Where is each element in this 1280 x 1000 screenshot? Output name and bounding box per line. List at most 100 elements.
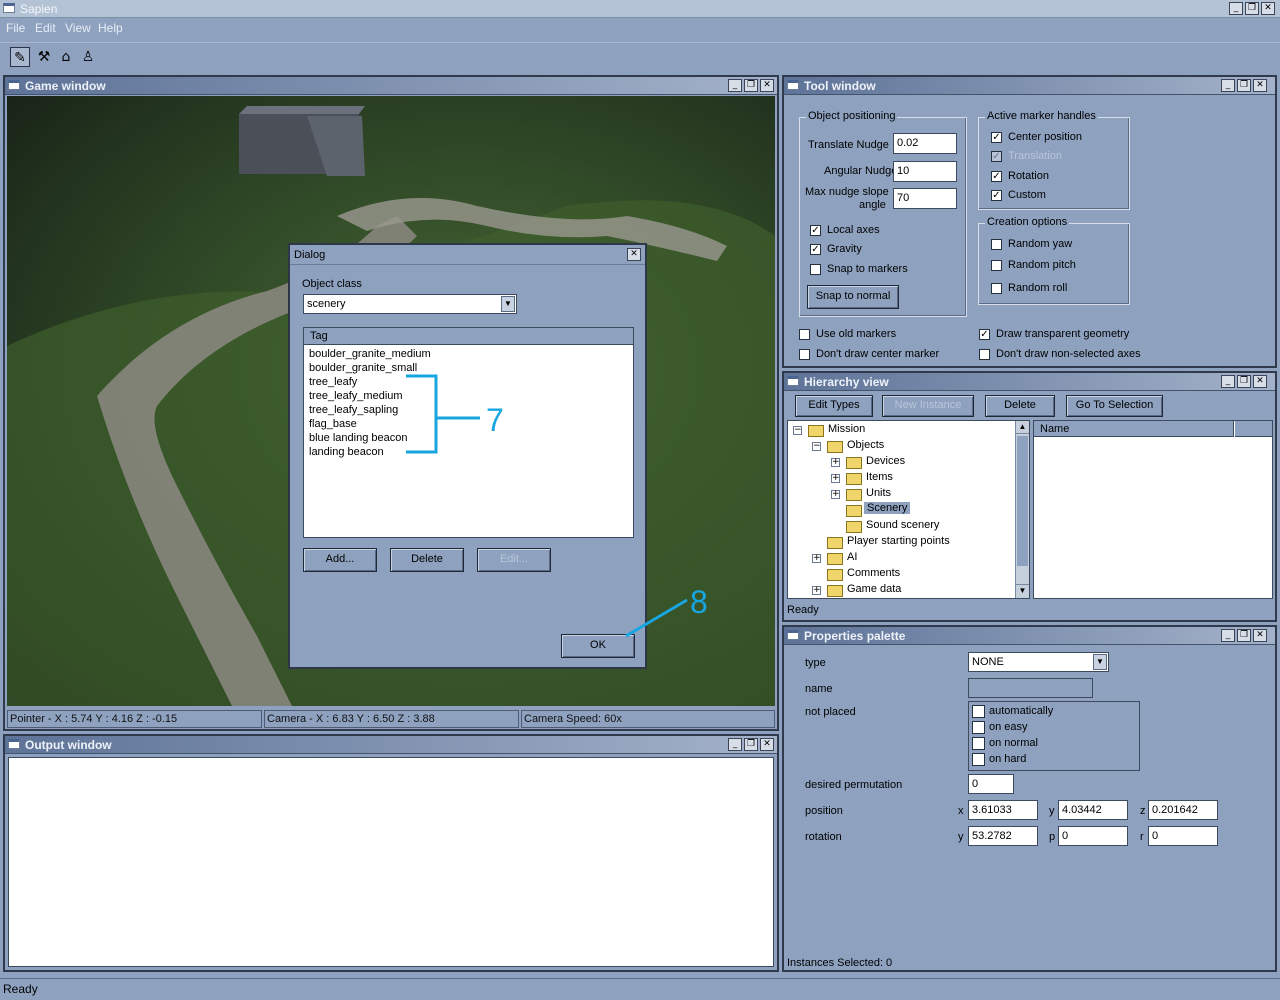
tree-scrollbar[interactable]: ▲ ▼ bbox=[1015, 421, 1029, 598]
menu-view[interactable]: View bbox=[65, 21, 91, 35]
minimize-icon[interactable]: _ bbox=[728, 738, 742, 751]
scroll-up-icon[interactable]: ▲ bbox=[1016, 421, 1029, 434]
menu-file[interactable]: File bbox=[6, 21, 25, 35]
rotation-y-field[interactable]: 53.2782 bbox=[968, 826, 1038, 846]
tree-item-ai[interactable]: AI bbox=[847, 551, 857, 563]
go-to-selection-button[interactable]: Go To Selection bbox=[1066, 395, 1163, 417]
restore-icon[interactable]: ❐ bbox=[1237, 375, 1251, 388]
minimize-icon[interactable]: _ bbox=[1221, 375, 1235, 388]
tree-item-devices[interactable]: Devices bbox=[866, 455, 905, 467]
restore-icon[interactable]: ❐ bbox=[1237, 79, 1251, 92]
translate-nudge-field[interactable]: 0.02 bbox=[893, 133, 957, 154]
translation-checkbox[interactable]: ✓ bbox=[991, 151, 1002, 162]
expand-icon[interactable]: + bbox=[812, 554, 821, 563]
position-y-field[interactable]: 4.03442 bbox=[1058, 800, 1128, 820]
collapse-icon[interactable]: − bbox=[793, 426, 802, 435]
list-item[interactable]: tree_leafy_sapling bbox=[309, 404, 398, 416]
rotation-p-field[interactable]: 0 bbox=[1058, 826, 1128, 846]
expand-icon[interactable]: + bbox=[831, 474, 840, 483]
list-item[interactable]: flag_base bbox=[309, 418, 357, 430]
dont-draw-center-checkbox[interactable] bbox=[799, 349, 810, 360]
object-class-select[interactable]: scenery ▼ bbox=[303, 294, 517, 314]
restore-icon[interactable]: ❐ bbox=[1237, 629, 1251, 642]
rotation-r-field[interactable]: 0 bbox=[1148, 826, 1218, 846]
extra-column-header[interactable] bbox=[1235, 421, 1272, 437]
local-axes-checkbox[interactable]: ✓ bbox=[810, 225, 821, 236]
minimize-icon[interactable]: _ bbox=[1221, 79, 1235, 92]
minimize-icon[interactable]: _ bbox=[728, 79, 742, 92]
restore-icon[interactable]: ❐ bbox=[744, 738, 758, 751]
random-roll-checkbox[interactable] bbox=[991, 283, 1002, 294]
on-normal-checkbox[interactable] bbox=[972, 737, 985, 750]
close-icon[interactable]: ✕ bbox=[1253, 375, 1267, 388]
random-yaw-checkbox[interactable] bbox=[991, 239, 1002, 250]
expand-icon[interactable]: + bbox=[831, 490, 840, 499]
on-hard-checkbox[interactable] bbox=[972, 753, 985, 766]
output-text-area[interactable] bbox=[8, 757, 774, 967]
tree-item-scenery[interactable]: Scenery bbox=[864, 502, 911, 514]
custom-checkbox[interactable]: ✓ bbox=[991, 190, 1002, 201]
restore-icon[interactable]: ❐ bbox=[744, 79, 758, 92]
type-select[interactable]: NONE ▼ bbox=[968, 652, 1109, 672]
snap-markers-checkbox[interactable] bbox=[810, 264, 821, 275]
scroll-thumb[interactable] bbox=[1017, 436, 1028, 566]
draw-transparent-checkbox[interactable]: ✓ bbox=[979, 329, 990, 340]
close-icon[interactable]: ✕ bbox=[760, 79, 774, 92]
use-old-markers-checkbox[interactable] bbox=[799, 329, 810, 340]
scroll-down-icon[interactable]: ▼ bbox=[1016, 584, 1029, 597]
list-item[interactable]: tree_leafy_medium bbox=[309, 390, 403, 402]
gravity-checkbox[interactable]: ✓ bbox=[810, 244, 821, 255]
figure-icon[interactable]: ♙ bbox=[78, 47, 98, 67]
desired-permutation-field[interactable]: 0 bbox=[968, 774, 1014, 794]
on-easy-checkbox[interactable] bbox=[972, 721, 985, 734]
tree-item-sound-scenery[interactable]: Sound scenery bbox=[866, 519, 939, 531]
edit-types-button[interactable]: Edit Types bbox=[795, 395, 873, 417]
dont-draw-nonselected-checkbox[interactable] bbox=[979, 349, 990, 360]
list-item[interactable]: blue landing beacon bbox=[309, 432, 407, 444]
menu-edit[interactable]: Edit bbox=[35, 21, 56, 35]
automatically-checkbox[interactable] bbox=[972, 705, 985, 718]
position-x-field[interactable]: 3.61033 bbox=[968, 800, 1038, 820]
delete-instance-button[interactable]: Delete bbox=[985, 395, 1055, 417]
tree-item-objects[interactable]: Objects bbox=[847, 439, 884, 451]
expand-icon[interactable]: + bbox=[812, 586, 821, 595]
tree-item-game-data[interactable]: Game data bbox=[847, 583, 901, 595]
close-icon[interactable]: ✕ bbox=[1253, 79, 1267, 92]
minimize-icon[interactable]: _ bbox=[1229, 2, 1243, 15]
close-icon[interactable]: ✕ bbox=[1261, 2, 1275, 15]
dropdown-arrow-icon[interactable]: ▼ bbox=[1093, 654, 1107, 670]
add-button[interactable]: Add... bbox=[303, 548, 377, 572]
tree-item-units[interactable]: Units bbox=[866, 487, 891, 499]
name-column-header[interactable]: Name bbox=[1034, 421, 1234, 437]
position-z-field[interactable]: 0.201642 bbox=[1148, 800, 1218, 820]
list-item[interactable]: tree_leafy bbox=[309, 376, 357, 388]
hierarchy-tree[interactable]: − Mission − Objects + Devices + Items + … bbox=[787, 420, 1030, 599]
menu-help[interactable]: Help bbox=[98, 21, 123, 35]
angular-nudge-field[interactable]: 10 bbox=[893, 161, 957, 182]
list-item[interactable]: boulder_granite_medium bbox=[309, 348, 431, 360]
tree-item-mission[interactable]: Mission bbox=[828, 423, 865, 435]
restore-icon[interactable]: ❐ bbox=[1245, 2, 1259, 15]
rotation-checkbox[interactable]: ✓ bbox=[991, 171, 1002, 182]
pencil-icon[interactable]: ✎ bbox=[10, 47, 30, 67]
close-icon[interactable]: ✕ bbox=[1253, 629, 1267, 642]
marker-icon[interactable]: ⚒ bbox=[34, 47, 54, 67]
name-field[interactable] bbox=[968, 678, 1093, 698]
close-icon[interactable]: ✕ bbox=[760, 738, 774, 751]
random-pitch-checkbox[interactable] bbox=[991, 260, 1002, 271]
camera-icon[interactable]: ⌂ bbox=[56, 47, 76, 67]
max-slope-field[interactable]: 70 bbox=[893, 188, 957, 209]
close-icon[interactable]: ✕ bbox=[627, 248, 641, 261]
center-position-checkbox[interactable]: ✓ bbox=[991, 132, 1002, 143]
tree-item-items[interactable]: Items bbox=[866, 471, 893, 483]
new-instance-button[interactable]: New Instance bbox=[882, 395, 974, 417]
collapse-icon[interactable]: − bbox=[812, 442, 821, 451]
list-item[interactable]: landing beacon bbox=[309, 446, 384, 458]
minimize-icon[interactable]: _ bbox=[1221, 629, 1235, 642]
tree-item-player-start[interactable]: Player starting points bbox=[847, 535, 950, 547]
dropdown-arrow-icon[interactable]: ▼ bbox=[501, 296, 515, 312]
snap-normal-button[interactable]: Snap to normal bbox=[807, 285, 899, 309]
expand-icon[interactable]: + bbox=[831, 458, 840, 467]
instance-list[interactable]: Name bbox=[1033, 420, 1273, 599]
tree-item-comments[interactable]: Comments bbox=[847, 567, 900, 579]
